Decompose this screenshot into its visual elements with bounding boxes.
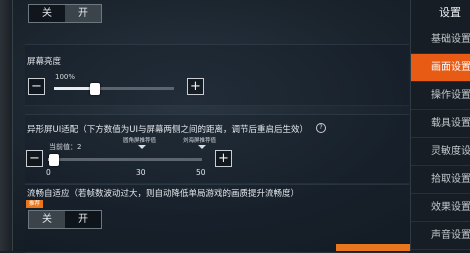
notch-tick-0: 0 (46, 168, 51, 177)
help-icon[interactable]: ? (316, 123, 326, 133)
brightness-panel (25, 44, 409, 106)
sidebar-item-controls[interactable]: 操作设置 (411, 82, 470, 110)
brightness-value: 100% (55, 73, 76, 81)
sidebar-item-graphics[interactable]: 画面设置 (411, 54, 470, 82)
brightness-title: 屏幕亮度 (27, 57, 62, 67)
top-toggle: 关 开 (28, 4, 102, 23)
sidebar-item-effects[interactable]: 效果设置 (411, 194, 470, 222)
sidebar-item-basic[interactable]: 基础设置 (411, 26, 470, 54)
notch-tick-30: 30 (136, 168, 146, 177)
smooth-toggle-on[interactable]: 开 (65, 211, 101, 228)
brightness-slider-thumb[interactable] (89, 83, 100, 95)
sidebar-item-sound[interactable]: 声音设置 (411, 222, 470, 250)
top-toggle-on[interactable]: 开 (65, 5, 101, 22)
notch-marker-recommended-arrow (138, 145, 146, 149)
smooth-toggle-off[interactable]: 关 (29, 211, 65, 228)
settings-sidebar: 设置 基础设置 画面设置 操作设置 载具设置 灵敏度设置 拾取设置 效果设置 声… (410, 0, 470, 251)
sidebar-item-sensitivity[interactable]: 灵敏度设置 (411, 138, 470, 166)
notch-decrease-button[interactable]: − (26, 150, 43, 167)
notch-marker-notch-label: 刘海屏推荐值 (183, 138, 217, 144)
notch-current-value: 当前值：2 (49, 143, 82, 151)
notch-marker-recommended-label: 圆角屏推荐值 (123, 138, 157, 144)
sidebar-item-vehicle[interactable]: 载具设置 (411, 110, 470, 138)
smooth-title: 流畅自适应（若帧数波动过大，则自动降低单局游戏的画质提升流畅度） (27, 189, 300, 199)
brightness-increase-button[interactable]: + (187, 78, 204, 95)
brightness-decrease-button[interactable]: − (28, 78, 45, 95)
notch-title: 异形屏UI适配（下方数值为UI与屏幕两侧之间的距离，调节后重启后生效） (27, 125, 308, 135)
notch-tick-50: 50 (196, 168, 206, 177)
brightness-slider[interactable] (54, 87, 174, 90)
top-toggle-off[interactable]: 关 (29, 5, 65, 22)
settings-content: 关 开 屏幕亮度 − 100% + 异形屏UI适配（下方数值为UI与屏幕两侧之间… (12, 0, 410, 253)
bottom-accent-strip (336, 244, 410, 251)
notch-marker-notch-arrow (198, 145, 206, 149)
brightness-fill (54, 87, 95, 90)
smooth-toggle: 关 开 (28, 210, 102, 229)
notch-increase-button[interactable]: + (215, 150, 232, 167)
notch-slider[interactable] (48, 158, 202, 161)
sidebar-title: 设置 (439, 6, 461, 19)
recommended-badge: 推荐 (26, 200, 44, 208)
notch-slider-thumb[interactable] (49, 154, 60, 166)
sidebar-item-pickup[interactable]: 拾取设置 (411, 166, 470, 194)
